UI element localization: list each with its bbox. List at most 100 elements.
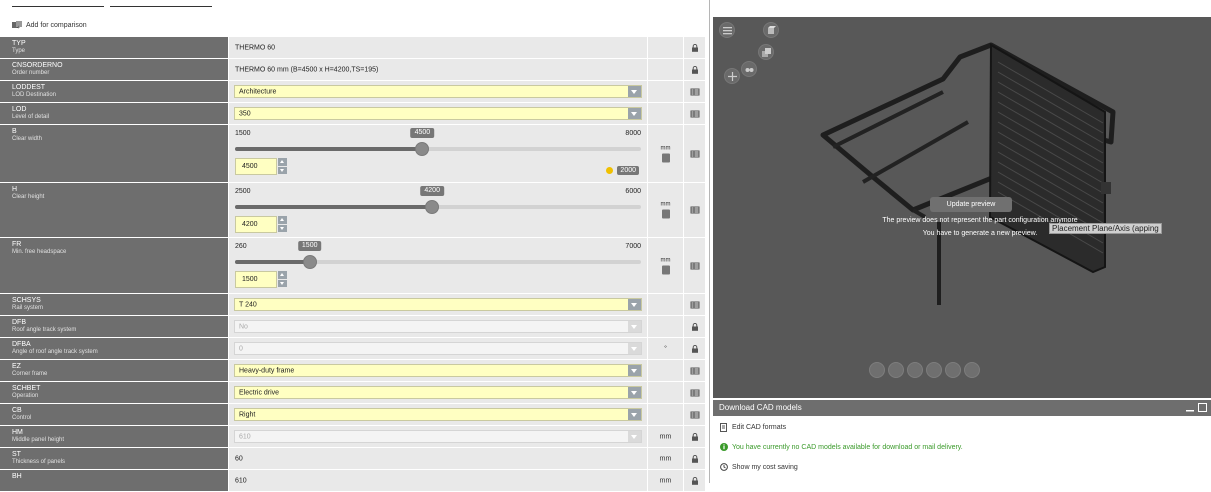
- param-unit-cell: [648, 37, 684, 58]
- maximize-icon[interactable]: [1198, 403, 1207, 412]
- param-select[interactable]: Heavy-duty frame: [234, 364, 642, 377]
- param-select[interactable]: Right: [234, 408, 642, 421]
- slider-handle[interactable]: [415, 142, 430, 156]
- slider-track[interactable]: [235, 142, 641, 156]
- param-description: Order number: [12, 70, 50, 76]
- slider-spin-input[interactable]: 4500: [235, 158, 287, 175]
- param-value: THERMO 60 mm (B=4500 x H=4200,TS=195): [235, 66, 379, 73]
- param-select[interactable]: Architecture: [234, 85, 642, 98]
- measure-icon[interactable]: [945, 362, 961, 378]
- param-row-bh: BH 610 mm: [0, 470, 705, 492]
- show-cost-saving-link[interactable]: Show my cost saving: [720, 463, 798, 471]
- panel-divider[interactable]: [709, 0, 710, 483]
- table-icon[interactable]: [684, 81, 705, 102]
- table-icon[interactable]: [684, 103, 705, 124]
- stepper-down-icon[interactable]: [278, 224, 287, 232]
- edit-document-icon: [720, 423, 727, 432]
- slider-input-value[interactable]: 1500: [235, 271, 277, 288]
- param-value: 60: [235, 455, 243, 462]
- slider-input-value[interactable]: 4500: [235, 158, 277, 175]
- table-icon[interactable]: [684, 404, 705, 425]
- minimize-icon[interactable]: [1186, 403, 1194, 412]
- 3d-preview-viewport[interactable]: Update preview Placement Plane/Axis (app…: [713, 17, 1211, 398]
- param-value-cell: 2500 6000 4200 4200: [229, 183, 648, 237]
- param-unit-cell: [648, 382, 684, 403]
- param-select[interactable]: Electric drive: [234, 386, 642, 399]
- param-select[interactable]: T 240: [234, 298, 642, 311]
- render-icon[interactable]: [964, 362, 980, 378]
- slider-input-value[interactable]: 4200: [235, 216, 277, 233]
- slider-spin-input[interactable]: 4200: [235, 216, 287, 233]
- slider-min-label: 1500: [235, 130, 251, 137]
- calculator-icon[interactable]: [661, 153, 670, 162]
- tab-underline-1[interactable]: [12, 6, 104, 7]
- param-row-cb: CB Control Right: [0, 404, 705, 426]
- param-value-cell: 260 7000 1500 1500: [229, 238, 648, 293]
- param-unit-cell: mm: [648, 470, 684, 491]
- lock-icon: [684, 338, 705, 359]
- param-code: FR: [12, 241, 22, 248]
- add-for-comparison-link[interactable]: + Add for comparison: [12, 19, 87, 31]
- section-icon[interactable]: [926, 362, 942, 378]
- value-hint[interactable]: 2000: [606, 166, 639, 175]
- update-preview-button[interactable]: Update preview: [930, 197, 1012, 212]
- param-unit-cell: [648, 81, 684, 102]
- slider-handle[interactable]: [425, 200, 440, 214]
- table-icon[interactable]: [684, 238, 705, 293]
- table-icon[interactable]: [684, 183, 705, 237]
- param-label: H Clear height: [0, 183, 229, 237]
- stepper-up-icon[interactable]: [278, 158, 287, 166]
- param-label: CNSORDERNO Order number: [0, 59, 229, 80]
- slider-max-label: 8000: [625, 130, 641, 137]
- slider-track[interactable]: [235, 255, 641, 269]
- param-code: SCHSYS: [12, 297, 41, 304]
- calculator-icon[interactable]: [661, 265, 670, 274]
- stepper-down-icon[interactable]: [278, 166, 287, 174]
- chevron-down-icon[interactable]: [628, 387, 641, 398]
- param-code: H: [12, 186, 18, 193]
- param-select-value: 0: [239, 345, 243, 352]
- zoom-icon[interactable]: [888, 362, 904, 378]
- param-row-h: H Clear height 2500 6000 4200 4200 mm: [0, 183, 705, 238]
- param-label: DFB Roof angle track system: [0, 316, 229, 337]
- rotate-icon[interactable]: [907, 362, 923, 378]
- edit-cad-formats-link[interactable]: Edit CAD formats: [720, 423, 786, 432]
- param-description: Corner frame: [12, 371, 48, 377]
- param-label: FR Min. free headspace: [0, 238, 229, 293]
- param-select[interactable]: 350: [234, 107, 642, 120]
- unit-calculator[interactable]: mm: [661, 202, 671, 219]
- chevron-down-icon[interactable]: [628, 86, 641, 97]
- param-code: SCHBET: [12, 385, 41, 392]
- param-label: CB Control: [0, 404, 229, 425]
- chevron-down-icon[interactable]: [628, 108, 641, 119]
- download-cad-header: Download CAD models: [713, 400, 1211, 416]
- slider-handle[interactable]: [302, 255, 317, 269]
- param-code: EZ: [12, 363, 21, 370]
- stepper-down-icon[interactable]: [278, 279, 287, 287]
- tab-underline-2[interactable]: [110, 6, 212, 7]
- param-label: LODDEST LOD Destination: [0, 81, 229, 102]
- calculator-icon[interactable]: [661, 209, 670, 219]
- chevron-down-icon[interactable]: [628, 409, 641, 420]
- table-icon[interactable]: [684, 360, 705, 381]
- table-icon[interactable]: [684, 125, 705, 182]
- param-description: Roof angle track system: [12, 327, 77, 333]
- chevron-down-icon[interactable]: [628, 365, 641, 376]
- param-value-cell: 610: [229, 470, 648, 491]
- unit-calculator[interactable]: mm: [661, 145, 671, 162]
- slider-max-label: 6000: [625, 188, 641, 195]
- param-value-cell: T 240: [229, 294, 648, 315]
- table-icon[interactable]: [684, 382, 705, 403]
- slider-fill: [235, 205, 433, 209]
- param-value-cell: Architecture: [229, 81, 648, 102]
- table-icon[interactable]: [684, 294, 705, 315]
- unit-calculator[interactable]: mm: [661, 257, 671, 274]
- preview-header-area: [713, 0, 1211, 17]
- stepper-up-icon[interactable]: [278, 216, 287, 224]
- stepper-up-icon[interactable]: [278, 271, 287, 279]
- home-view-icon[interactable]: [869, 362, 885, 378]
- slider-spin-input[interactable]: 1500: [235, 271, 287, 288]
- chevron-down-icon[interactable]: [628, 299, 641, 310]
- param-unit-cell: [648, 59, 684, 80]
- slider-track[interactable]: [235, 200, 641, 214]
